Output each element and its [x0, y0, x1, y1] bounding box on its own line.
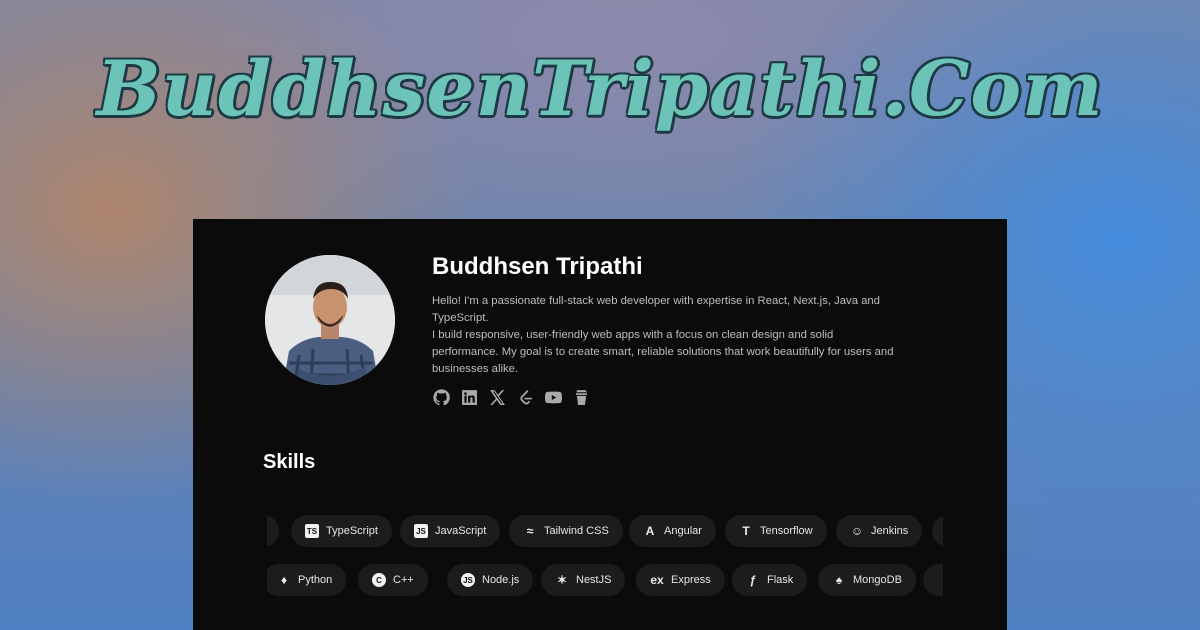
- cplusplus-icon: C: [372, 573, 386, 587]
- social-links: [432, 388, 590, 406]
- skill-chip-python: ♦ Python: [267, 564, 347, 596]
- avatar: [265, 255, 395, 385]
- skills-heading: Skills: [263, 451, 316, 473]
- skill-chip-tensorflow: T Tensorflow: [725, 515, 827, 547]
- flask-icon: ƒ: [749, 573, 757, 587]
- x-icon: [489, 389, 505, 405]
- skill-chip-nodejs: JS Node.js: [447, 564, 534, 596]
- bio-line-2: I build responsive, user-friendly web ap…: [432, 329, 894, 375]
- express-icon: ex: [650, 573, 664, 587]
- skill-chip-partial: [932, 515, 943, 547]
- skill-chip-typescript: TS TypeScript: [291, 515, 392, 547]
- skill-label: JavaScript: [435, 525, 487, 537]
- mongodb-icon: ♠: [835, 573, 843, 587]
- github-icon: [432, 388, 450, 405]
- typescript-icon: TS: [305, 524, 319, 538]
- skills-row-1: TS TypeScript JS JavaScript ≈ Tailwind C…: [267, 515, 943, 551]
- skill-chip-partial: [267, 515, 279, 547]
- nestjs-icon: ✶: [556, 573, 568, 587]
- skill-label: C++: [393, 574, 414, 586]
- skill-chip-flask: ƒ Flask: [732, 564, 808, 596]
- profile-photo: [265, 255, 395, 385]
- skill-label: Jenkins: [871, 525, 909, 537]
- leetcode-icon: [519, 389, 532, 405]
- tailwind-icon: ≈: [526, 524, 534, 538]
- buymeacoffee-icon: [575, 389, 587, 405]
- github-link[interactable]: [432, 388, 450, 406]
- skill-label: Angular: [664, 525, 702, 537]
- javascript-icon: JS: [414, 524, 428, 538]
- skill-label: NestJS: [576, 574, 612, 586]
- linkedin-icon: [461, 389, 477, 405]
- profile-name: Buddhsen Tripathi: [432, 253, 643, 280]
- leetcode-link[interactable]: [516, 388, 534, 406]
- skill-label: Express: [671, 574, 711, 586]
- skill-label: TypeScript: [326, 525, 378, 537]
- x-link[interactable]: [488, 388, 506, 406]
- skill-chip-express: ex Express: [636, 564, 725, 596]
- skill-chip-nestjs: ✶ NestJS: [541, 564, 626, 596]
- skills-row-2: ♦ Python C C++ JS Node.js ✶ NestJS ex Ex…: [267, 564, 943, 600]
- skill-label: Tailwind CSS: [544, 525, 609, 537]
- skill-chip-partial: [923, 564, 943, 596]
- skill-label: Tensorflow: [760, 525, 813, 537]
- buymeacoffee-link[interactable]: [572, 388, 590, 406]
- skill-label: Node.js: [482, 574, 520, 586]
- skill-chip-mongodb: ♠ MongoDB: [818, 564, 916, 596]
- skill-chip-jenkins: ☺ Jenkins: [836, 515, 923, 547]
- tensorflow-icon: T: [742, 524, 750, 538]
- youtube-link[interactable]: [544, 388, 562, 406]
- skill-chip-angular: A Angular: [629, 515, 716, 547]
- skill-chip-tailwind: ≈ Tailwind CSS: [509, 515, 623, 547]
- skill-label: Python: [298, 574, 333, 586]
- nodejs-icon: JS: [461, 573, 475, 587]
- skill-label: Flask: [767, 574, 794, 586]
- python-icon: ♦: [280, 573, 288, 587]
- angular-icon: A: [645, 524, 655, 538]
- skill-chip-javascript: JS JavaScript: [400, 515, 501, 547]
- site-title: BuddhsenTripathi.Com: [96, 44, 1104, 133]
- linkedin-link[interactable]: [460, 388, 478, 406]
- profile-card: Buddhsen Tripathi Hello! I'm a passionat…: [193, 219, 1007, 630]
- profile-bio: Hello! I'm a passionate full-stack web d…: [432, 293, 902, 378]
- skill-chip-cplusplus: C C++: [358, 564, 428, 596]
- youtube-icon: [544, 391, 562, 403]
- jenkins-icon: ☺: [850, 524, 864, 538]
- skill-label: MongoDB: [853, 574, 902, 586]
- bio-line-1: Hello! I'm a passionate full-stack web d…: [432, 295, 880, 324]
